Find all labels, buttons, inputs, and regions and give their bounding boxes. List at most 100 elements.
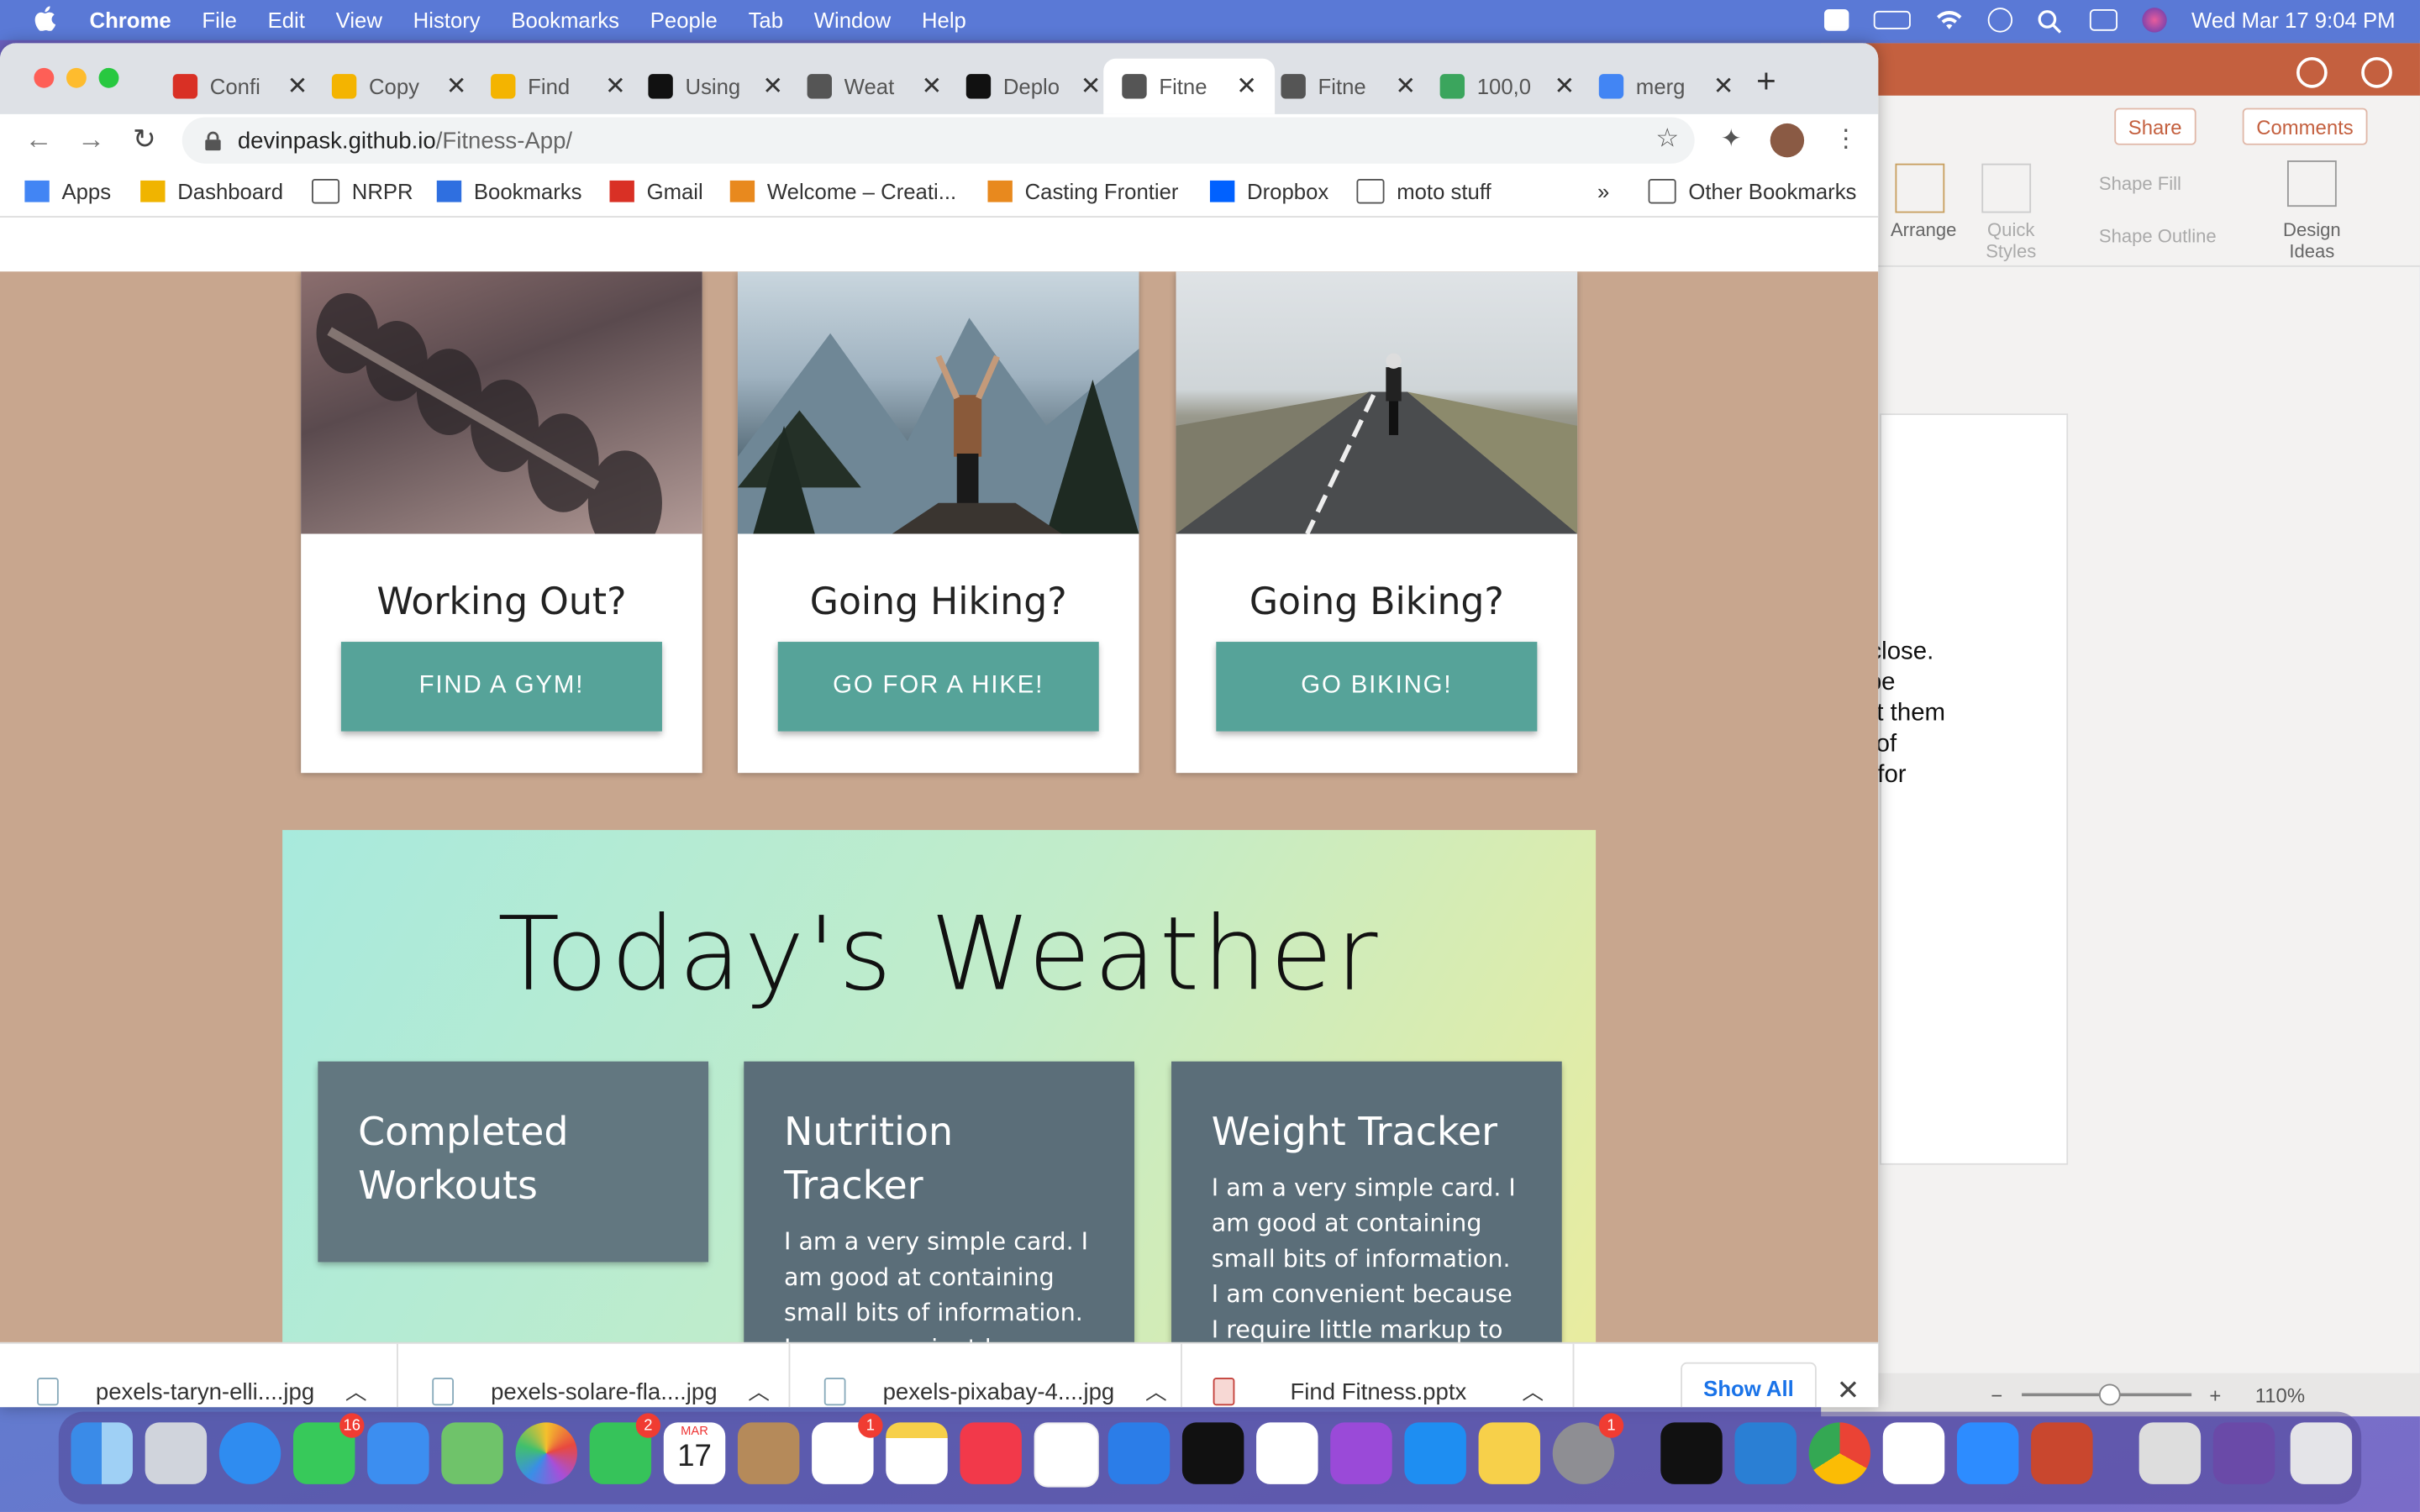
close-tab-icon[interactable]: ✕ (1555, 71, 1576, 102)
address-bar[interactable]: devinpask.github.io/Fitness-App/ ☆ (182, 117, 1695, 164)
spotlight-search-icon[interactable] (2037, 9, 2065, 34)
tab[interactable]: Deplo ✕ (965, 59, 1102, 114)
trash-icon[interactable] (2290, 1422, 2353, 1484)
zoom-in-icon[interactable]: + (2209, 1383, 2221, 1407)
facetime-icon[interactable]: 2 (589, 1413, 661, 1484)
music-icon[interactable] (960, 1422, 1022, 1484)
menu-history[interactable]: History (413, 8, 481, 32)
zoom-window-button[interactable] (98, 67, 119, 88)
menu-app-chrome[interactable]: Chrome (90, 8, 171, 32)
reload-icon[interactable]: ↻ (133, 123, 156, 156)
extensions-puzzle-icon[interactable]: ✦ (1721, 123, 1742, 155)
siri-icon[interactable] (2142, 8, 2167, 33)
download-item[interactable]: pexels-pixabay-4....jpg ︿ (790, 1343, 1182, 1408)
tab[interactable]: Confi ✕ (172, 59, 308, 114)
zoom-meeting-icon[interactable] (1823, 9, 1849, 31)
apple-tv-icon[interactable] (1181, 1422, 1244, 1484)
go-for-a-hike-button[interactable]: GO FOR A HIKE! (777, 642, 1099, 732)
chevron-up-icon[interactable]: ︿ (1145, 1376, 1167, 1407)
mail-icon[interactable] (367, 1422, 429, 1484)
close-window-button[interactable] (34, 67, 55, 88)
menu-view[interactable]: View (336, 8, 382, 32)
go-biking-button[interactable]: GO BIKING! (1216, 642, 1538, 732)
powerpoint-icon[interactable] (2031, 1422, 2093, 1484)
tab[interactable]: Using ✕ (648, 59, 783, 114)
lock-icon[interactable] (203, 131, 222, 151)
comments-button[interactable]: Comments (2242, 108, 2368, 145)
keynote-icon[interactable] (1107, 1422, 1171, 1484)
menu-edit[interactable]: Edit (268, 8, 305, 32)
tab[interactable]: Find ✕ (491, 59, 626, 114)
finder-icon[interactable] (71, 1422, 133, 1484)
back-icon[interactable]: ← (24, 123, 52, 156)
menu-window[interactable]: Window (814, 8, 891, 32)
minimize-window-button[interactable] (66, 67, 87, 88)
recent-document-icon[interactable] (2139, 1422, 2202, 1484)
zoom-out-icon[interactable]: − (1991, 1383, 2002, 1407)
menubar-clock[interactable]: Wed Mar 17 9:04 PM (2191, 8, 2396, 32)
close-tab-icon[interactable]: ✕ (287, 71, 308, 102)
apple-icon[interactable] (34, 5, 61, 34)
bookmark-item[interactable]: moto stuff (1356, 179, 1491, 204)
safari-icon[interactable] (218, 1422, 281, 1484)
numbers-icon[interactable] (1256, 1422, 1318, 1484)
design-ideas-label[interactable]: Design Ideas (2278, 219, 2346, 262)
download-item[interactable]: pexels-solare-fla....jpg ︿ (398, 1343, 791, 1408)
system-preferences-icon[interactable]: 1 (1552, 1413, 1624, 1484)
control-center-icon[interactable] (2089, 9, 2118, 31)
new-tab-button[interactable]: + (1756, 61, 1776, 102)
wifi-icon[interactable] (1935, 9, 1963, 31)
menu-bookmarks[interactable]: Bookmarks (511, 8, 619, 32)
tab[interactable]: 100,0 ✕ (1439, 59, 1576, 114)
bookmark-item[interactable]: NRPR (312, 179, 413, 204)
find-a-gym-button[interactable]: FIND A GYM! (340, 642, 662, 732)
close-tab-icon[interactable]: ✕ (1713, 71, 1734, 102)
menu-people[interactable]: People (650, 8, 718, 32)
maps-icon[interactable] (441, 1422, 503, 1484)
zoom-level[interactable]: 110% (2255, 1383, 2305, 1407)
design-ideas-icon[interactable] (2286, 160, 2337, 207)
forward-icon[interactable]: → (77, 123, 105, 156)
tab[interactable]: Fitne ✕ (1281, 59, 1416, 114)
vscode-icon[interactable] (1734, 1422, 1797, 1484)
quick-styles-label[interactable]: Quick Styles (1979, 219, 2044, 262)
other-bookmarks-folder[interactable]: Other Bookmarks (1648, 179, 1856, 204)
news-icon[interactable] (1034, 1422, 1099, 1488)
close-tab-icon[interactable]: ✕ (1395, 71, 1416, 102)
bookmark-star-icon[interactable]: ☆ (1655, 123, 1679, 155)
reminders-icon[interactable]: 1 (812, 1413, 883, 1484)
chrome-menu-icon[interactable]: ⋮ (1833, 123, 1858, 155)
launchpad-icon[interactable] (145, 1422, 208, 1484)
smiley-feedback-icon[interactable] (2361, 56, 2392, 88)
show-all-downloads-button[interactable]: Show All (1681, 1362, 1817, 1408)
podcasts-icon[interactable] (1330, 1422, 1392, 1484)
close-tab-icon[interactable]: ✕ (1236, 71, 1257, 102)
download-item[interactable]: Find Fitness.pptx ︿ (1182, 1343, 1575, 1408)
menu-tab[interactable]: Tab (749, 8, 783, 32)
chevron-up-icon[interactable]: ︿ (1522, 1376, 1544, 1407)
shape-outline-label[interactable]: Shape Outline (2099, 225, 2217, 247)
arrange-label[interactable]: Arrange (1891, 219, 1956, 241)
close-tab-icon[interactable]: ✕ (446, 71, 467, 102)
zoom-icon[interactable] (1956, 1422, 2019, 1484)
chevron-up-icon[interactable]: ︿ (345, 1376, 367, 1407)
app-store-icon[interactable] (1404, 1422, 1466, 1484)
notes-icon[interactable] (886, 1422, 948, 1484)
contacts-icon[interactable] (737, 1422, 800, 1484)
pages-icon[interactable] (1478, 1422, 1541, 1484)
quick-styles-icon[interactable] (1981, 163, 2032, 213)
arrange-icon[interactable] (1895, 163, 1945, 213)
close-tab-icon[interactable]: ✕ (1081, 71, 1102, 102)
share-button[interactable]: Share (2114, 108, 2196, 145)
menu-file[interactable]: File (202, 8, 236, 32)
bookmarks-overflow-chevron[interactable]: » (1597, 179, 1609, 203)
recent-screenshot-icon[interactable] (2212, 1422, 2275, 1484)
zoom-slider[interactable] (2021, 1383, 2191, 1406)
tab[interactable]: Copy ✕ (331, 59, 467, 114)
bookmark-item[interactable]: Dropbox (1209, 179, 1328, 203)
calendar-icon[interactable]: MAR 17 (663, 1422, 726, 1484)
slack-icon[interactable] (1882, 1422, 1945, 1484)
zoom-slider-thumb[interactable] (2098, 1383, 2120, 1406)
close-tab-icon[interactable]: ✕ (922, 71, 943, 102)
bookmark-item[interactable]: Dashboard (140, 179, 283, 203)
